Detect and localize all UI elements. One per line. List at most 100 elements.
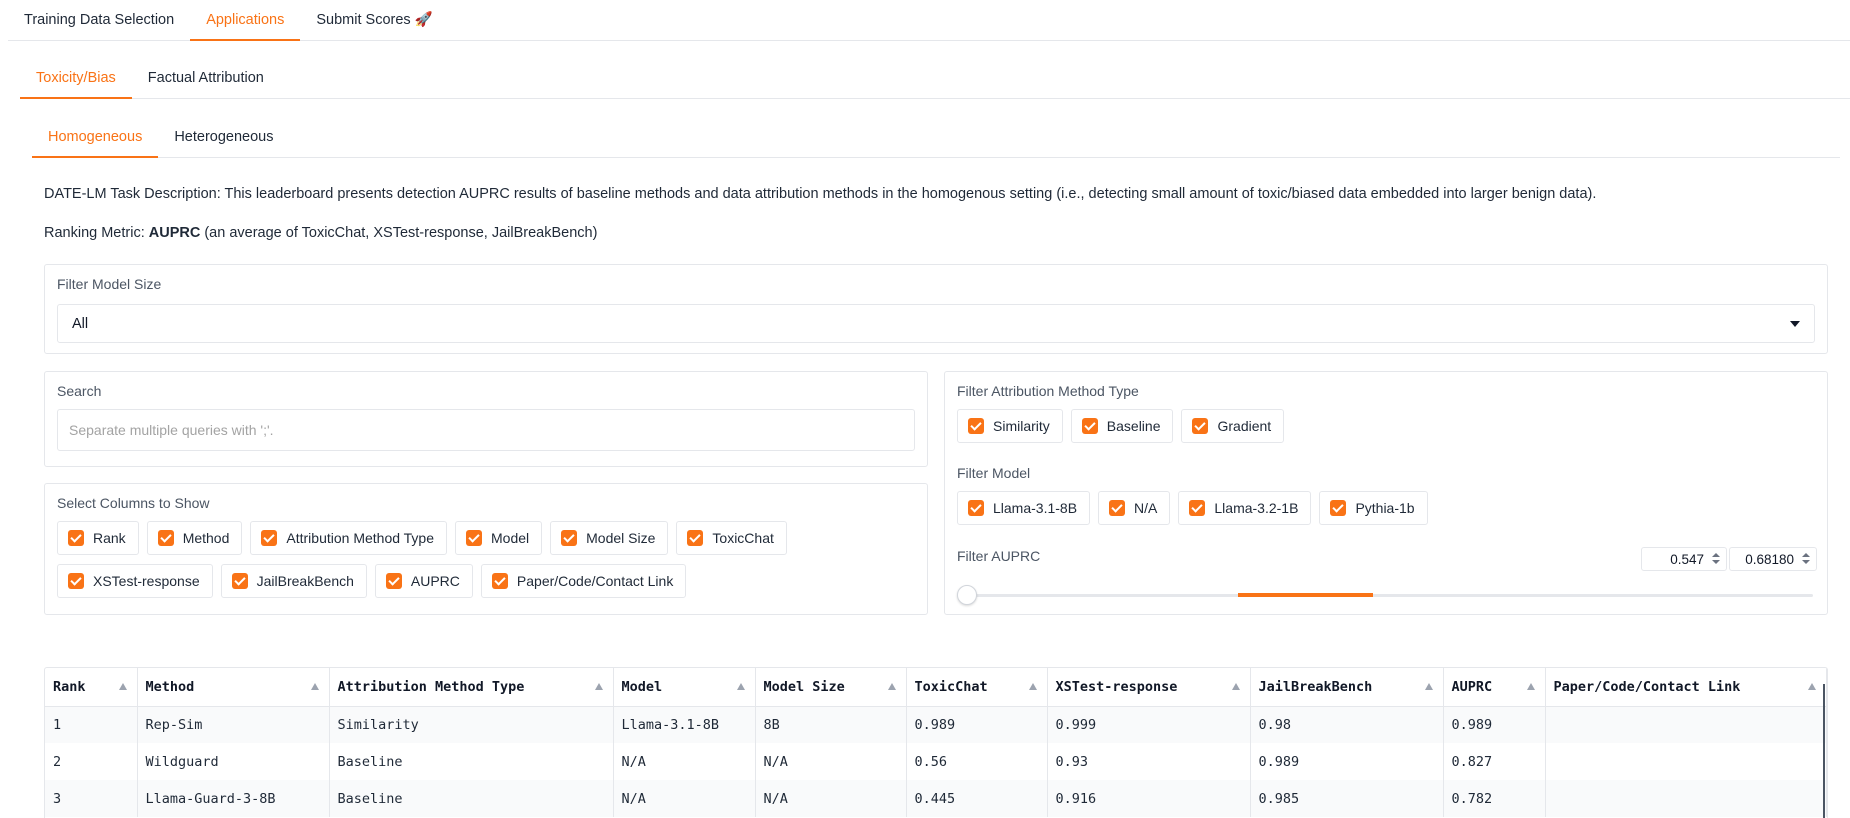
auprc-min-input[interactable]: 0.547 xyxy=(1641,547,1727,571)
model-option-label: Pythia-1b xyxy=(1355,500,1415,516)
table-row: 2 Wildguard Baseline N/A N/A 0.56 0.93 0… xyxy=(45,743,1827,780)
header-toxicchat[interactable]: ToxicChat xyxy=(906,668,1048,707)
header-model[interactable]: Model xyxy=(613,668,756,707)
sort-icon[interactable] xyxy=(736,683,745,690)
model-llama-3-1-8b[interactable]: Llama-3.1-8B xyxy=(957,491,1091,525)
tab-factual-attribution[interactable]: Factual Attribution xyxy=(132,58,280,98)
cell-method-type: Baseline xyxy=(329,780,614,817)
table-scrollbar[interactable] xyxy=(1823,684,1825,818)
sort-icon[interactable] xyxy=(118,683,127,690)
header-label: ToxicChat xyxy=(914,678,988,695)
model-options: Llama-3.1-8B N/A Llama-3.2-1B Pythia-1b xyxy=(957,491,1428,525)
column-toggle-attribution-method-type[interactable]: Attribution Method Type xyxy=(250,521,447,555)
model-size-dropdown[interactable]: All xyxy=(57,304,1815,343)
cell-method-type: Baseline xyxy=(329,743,614,780)
table-row: 1 Rep-Sim Similarity Llama-3.1-8B 8B 0.9… xyxy=(45,706,1827,743)
checkbox-checked-icon xyxy=(231,573,248,589)
method-type-baseline[interactable]: Baseline xyxy=(1070,409,1174,443)
checkbox-checked-icon xyxy=(687,530,704,546)
column-toggle-label: AUPRC xyxy=(410,573,460,589)
checkbox-checked-icon xyxy=(385,573,402,589)
top-tabs: Training Data Selection Applications Sub… xyxy=(8,0,1850,41)
column-toggle-method[interactable]: Method xyxy=(146,521,243,555)
model-llama-3-2-1b[interactable]: Llama-3.2-1B xyxy=(1178,491,1312,525)
header-method[interactable]: Method xyxy=(137,668,330,707)
checkbox-checked-icon xyxy=(1109,500,1126,516)
cell-model-size: 8B xyxy=(755,706,907,743)
model-na[interactable]: N/A xyxy=(1098,491,1171,525)
sort-icon[interactable] xyxy=(594,683,603,690)
cell-model-size: N/A xyxy=(755,743,907,780)
leaderboard-table: Rank Method Attribution Method Type Mode… xyxy=(44,667,1828,818)
header-label: Model xyxy=(621,678,663,695)
columns-row-1: Rank Method Attribution Method Type Mode… xyxy=(57,521,787,555)
header-attribution-method-type[interactable]: Attribution Method Type xyxy=(329,668,614,707)
column-toggle-paper-link[interactable]: Paper/Code/Contact Link xyxy=(480,564,687,598)
cell-method: Rep-Sim xyxy=(137,706,330,743)
cell-toxicchat: 0.989 xyxy=(906,706,1048,743)
column-toggle-toxicchat[interactable]: ToxicChat xyxy=(676,521,787,555)
sort-icon[interactable] xyxy=(887,683,896,690)
method-type-label: Gradient xyxy=(1217,418,1272,434)
model-pythia-1b[interactable]: Pythia-1b xyxy=(1319,491,1428,525)
cell-jailbreakbench: 0.98 xyxy=(1250,706,1444,743)
cell-rank: 2 xyxy=(45,743,138,780)
application-tabs: Toxicity/Bias Factual Attribution xyxy=(20,58,1850,99)
sort-icon[interactable] xyxy=(1231,683,1240,690)
model-size-value: All xyxy=(72,315,89,332)
tab-toxicity-bias[interactable]: Toxicity/Bias xyxy=(20,58,132,99)
auprc-min-value: 0.547 xyxy=(1670,551,1704,567)
header-model-size[interactable]: Model Size xyxy=(755,668,907,707)
header-paper-link[interactable]: Paper/Code/Contact Link xyxy=(1545,668,1827,707)
header-auprc[interactable]: AUPRC xyxy=(1443,668,1546,707)
header-label: AUPRC xyxy=(1451,678,1493,695)
column-toggle-rank[interactable]: Rank xyxy=(57,521,139,555)
column-toggle-auprc[interactable]: AUPRC xyxy=(374,564,473,598)
sort-icon[interactable] xyxy=(1424,683,1433,690)
task-description: DATE-LM Task Description: This leaderboa… xyxy=(44,186,1597,202)
column-toggle-xstest-response[interactable]: XSTest-response xyxy=(57,564,213,598)
model-option-label: Llama-3.2-1B xyxy=(1214,500,1299,516)
checkbox-checked-icon xyxy=(466,530,482,546)
cell-xstest: 0.916 xyxy=(1047,780,1251,817)
header-xstest-response[interactable]: XSTest-response xyxy=(1047,668,1251,707)
sort-icon[interactable] xyxy=(1808,683,1816,690)
spinner-icon[interactable] xyxy=(1800,552,1812,566)
tab-training-data-selection[interactable]: Training Data Selection xyxy=(8,0,190,40)
method-type-gradient[interactable]: Gradient xyxy=(1181,409,1285,443)
cell-toxicchat: 0.56 xyxy=(906,743,1048,780)
header-rank[interactable]: Rank xyxy=(45,668,138,707)
model-option-label: N/A xyxy=(1134,500,1158,516)
sort-icon[interactable] xyxy=(310,683,319,690)
spinner-icon[interactable] xyxy=(1710,552,1722,566)
auprc-slider-handle[interactable] xyxy=(957,585,977,605)
column-toggle-model[interactable]: Model xyxy=(455,521,543,555)
method-type-label: Baseline xyxy=(1106,418,1161,434)
auprc-slider-track[interactable] xyxy=(967,593,1813,597)
header-jailbreakbench[interactable]: JailBreakBench xyxy=(1250,668,1444,707)
auprc-max-input[interactable]: 0.68180 xyxy=(1729,547,1817,571)
tab-submit-scores[interactable]: Submit Scores 🚀 xyxy=(300,0,448,40)
cell-method-type: Similarity xyxy=(329,706,614,743)
select-columns-panel: Select Columns to Show Rank Method Attri… xyxy=(44,483,928,615)
tab-applications[interactable]: Applications xyxy=(190,0,301,41)
filter-method-type-label: Filter Attribution Method Type xyxy=(957,383,1139,399)
column-toggle-jailbreakbench[interactable]: JailBreakBench xyxy=(220,564,367,598)
select-columns-label: Select Columns to Show xyxy=(57,495,210,511)
tab-heterogeneous[interactable]: Heterogeneous xyxy=(158,117,289,157)
column-toggle-model-size[interactable]: Model Size xyxy=(550,521,669,555)
filters-panel: Filter Attribution Method Type Similarit… xyxy=(944,371,1828,615)
header-label: XSTest-response xyxy=(1055,678,1178,695)
sort-icon[interactable] xyxy=(1526,683,1535,690)
tab-homogeneous[interactable]: Homogeneous xyxy=(32,117,159,158)
column-toggle-label: Paper/Code/Contact Link xyxy=(516,573,674,589)
auprc-max-value: 0.68180 xyxy=(1745,551,1794,567)
method-type-label: Similarity xyxy=(993,418,1050,434)
search-input[interactable] xyxy=(57,409,915,451)
search-panel: Search xyxy=(44,371,928,467)
cell-method: Wildguard xyxy=(137,743,330,780)
method-type-similarity[interactable]: Similarity xyxy=(957,409,1063,443)
checkbox-checked-icon xyxy=(1330,500,1347,516)
sort-icon[interactable] xyxy=(1028,683,1037,690)
columns-row-2: XSTest-response JailBreakBench AUPRC Pap… xyxy=(57,564,687,598)
